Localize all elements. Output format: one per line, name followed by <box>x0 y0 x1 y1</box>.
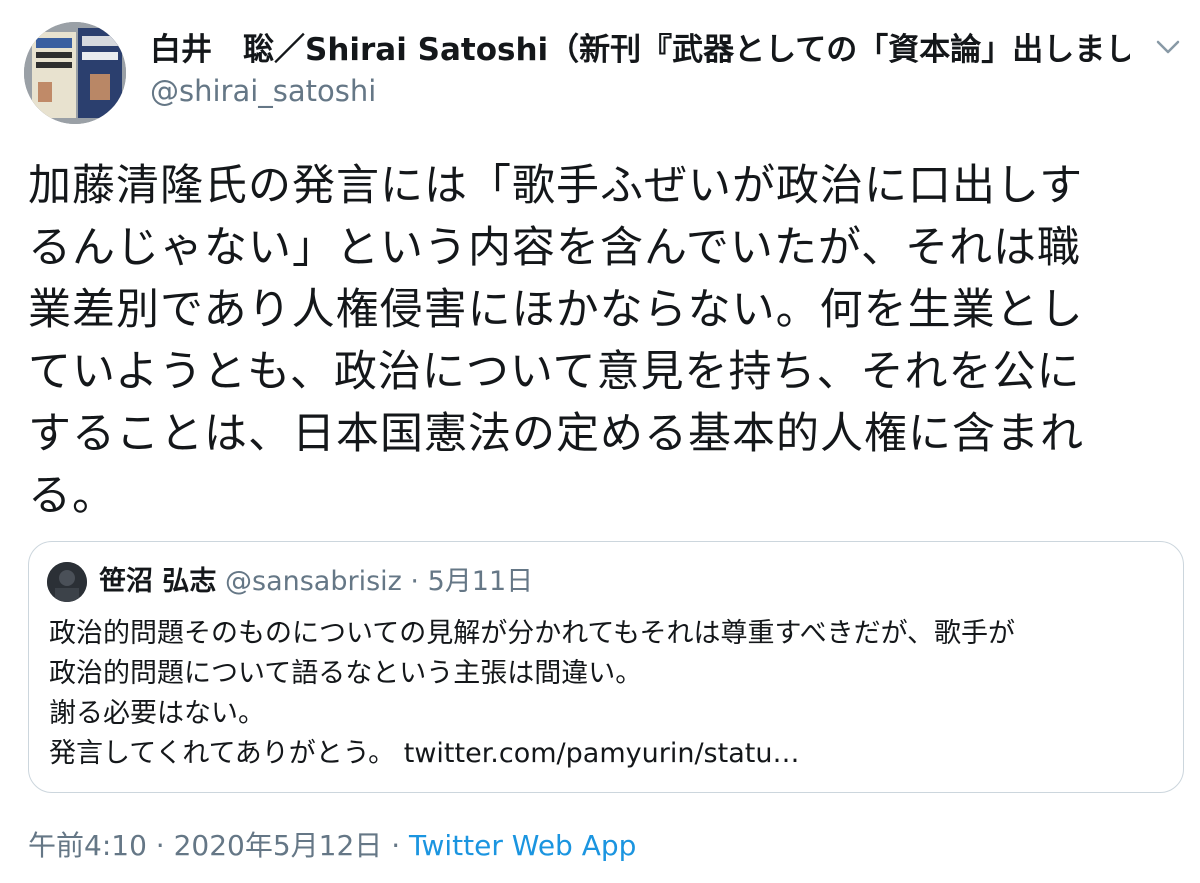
quoted-author-avatar[interactable] <box>47 562 87 602</box>
tweet-text-line: 業差別であり人権侵害にほかならない。何を生業とし <box>28 285 1084 335</box>
quoted-avatar-image <box>47 562 87 602</box>
quoted-text-line: 謝る必要はない。 <box>49 698 265 729</box>
author-avatar[interactable] <box>24 22 126 124</box>
quoted-author-name[interactable]: 笹沼 弘志 <box>99 566 216 597</box>
quoted-text: 政治的問題そのものについての見解が分かれてもそれは尊重すべきだが、歌手が 政治的… <box>49 614 1169 774</box>
tweet-meta: 午前4:10 · 2020年5月12日 · Twitter Web App <box>28 826 636 866</box>
quoted-date[interactable]: 5月11日 <box>428 566 534 597</box>
tweet-text-line: することは、日本国憲法の定める基本的人権に含まれ <box>28 409 1084 459</box>
tweet-date[interactable]: 2020年5月12日 <box>174 829 383 862</box>
author-handle[interactable]: @shirai_satoshi <box>150 72 376 110</box>
tweet: 白井 聡／Shirai Satoshi（新刊『武器としての「資本論」出しまし… … <box>0 0 1200 883</box>
quoted-header: 笹沼 弘志 @sansabrisiz · 5月11日 <box>99 562 533 602</box>
quoted-link[interactable]: twitter.com/pamyurin/statu… <box>404 738 800 769</box>
quoted-text-line: 政治的問題そのものについての見解が分かれてもそれは尊重すべきだが、歌手が <box>49 618 1016 649</box>
chevron-down-icon[interactable] <box>1148 30 1188 64</box>
meta-separator: · <box>391 829 401 862</box>
avatar-image <box>24 22 126 124</box>
tweet-source-link[interactable]: Twitter Web App <box>409 829 636 862</box>
quoted-text-last: 発言してくれてありがとう。 <box>49 738 396 769</box>
quoted-text-line: 発言してくれてありがとう。 twitter.com/pamyurin/statu… <box>49 734 1169 774</box>
quoted-text-line: 政治的問題について語るなという主張は間違い。 <box>49 658 643 689</box>
tweet-text-line: 加藤清隆氏の発言には「歌手ふぜいが政治に口出しす <box>28 161 1084 211</box>
author-display-name[interactable]: 白井 聡／Shirai Satoshi（新刊『武器としての「資本論」出しまし… <box>150 30 1130 70</box>
quoted-tweet[interactable]: 笹沼 弘志 @sansabrisiz · 5月11日 政治的問題そのものについて… <box>28 541 1184 793</box>
tweet-text-line: ていようとも、政治について意見を持ち、それを公に <box>28 347 1081 397</box>
quoted-separator: · <box>410 566 420 597</box>
tweet-time[interactable]: 午前4:10 <box>28 829 147 862</box>
quoted-author-handle[interactable]: @sansabrisiz <box>225 566 402 597</box>
tweet-text: 加藤清隆氏の発言には「歌手ふぜいが政治に口出しす るんじゃない」という内容を含ん… <box>28 155 1188 527</box>
tweet-text-line: る。 <box>28 471 116 521</box>
tweet-text-line: るんじゃない」という内容を含んでいたが、それは職 <box>28 223 1081 273</box>
meta-separator: · <box>155 829 165 862</box>
